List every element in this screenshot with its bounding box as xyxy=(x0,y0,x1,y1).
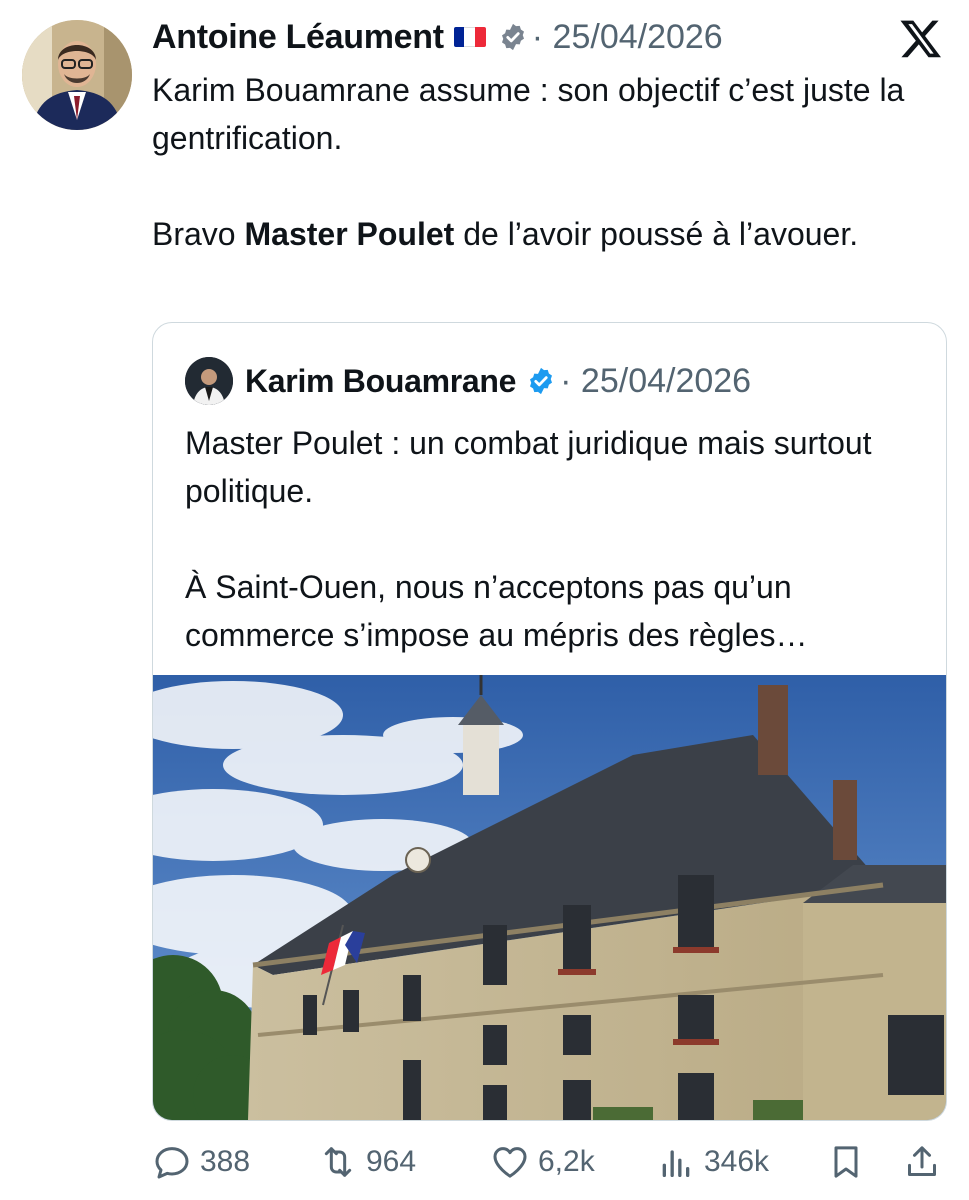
reply-icon xyxy=(155,1147,189,1179)
reply-count: 388 xyxy=(200,1145,251,1178)
repost-button[interactable]: 964 xyxy=(318,1132,416,1192)
quoted-tweet-card[interactable]: Karim Bouamrane · 25/04/2026 Master Poul… xyxy=(152,322,947,1121)
quoted-tweet-date[interactable]: · 25/04/2026 xyxy=(560,362,751,401)
like-button[interactable]: 6,2k xyxy=(490,1132,595,1192)
heart-icon xyxy=(493,1147,527,1178)
tweet-date[interactable]: · 25/04/2026 xyxy=(532,18,723,57)
action-bar: 388 964 6,2k 346k xyxy=(0,1132,969,1192)
quoted-paragraph-2: À Saint-Ouen, nous n’acceptons pas qu’un… xyxy=(185,569,808,653)
share-icon xyxy=(908,1146,936,1176)
reply-button[interactable]: 388 xyxy=(152,1132,250,1192)
share-button[interactable] xyxy=(902,1132,950,1192)
quoted-tweet-text: Master Poulet : un combat juridique mais… xyxy=(185,419,925,659)
tweet-paragraph-1-text: Karim Bouamrane assume : son objectif c’… xyxy=(152,72,905,156)
tweet-header: Antoine Léaument · 25/04/2026 xyxy=(152,14,723,60)
tweet-paragraph-2-pre: Bravo xyxy=(152,216,245,252)
author-name[interactable]: Antoine Léaument xyxy=(152,18,444,57)
repost-count: 964 xyxy=(366,1145,417,1178)
tweet-paragraph-2: Bravo Master Poulet de l’avoir poussé à … xyxy=(152,210,932,258)
x-logo-icon xyxy=(900,20,941,58)
verified-badge-icon xyxy=(530,367,553,395)
tweet-text: Karim Bouamrane assume : son objectif c’… xyxy=(152,66,932,258)
tweet-paragraph-2-post: de l’avoir poussé à l’avouer. xyxy=(454,216,859,252)
quoted-tweet-header: Karim Bouamrane · 25/04/2026 xyxy=(245,357,751,405)
quoted-author-avatar[interactable] xyxy=(185,357,233,405)
author-avatar[interactable] xyxy=(22,20,132,130)
bookmark-icon xyxy=(834,1146,858,1178)
quoted-paragraph-1: Master Poulet : un combat juridique mais… xyxy=(185,425,872,509)
mention-master-poulet: Master Poulet xyxy=(244,216,455,252)
bookmark-button[interactable] xyxy=(826,1132,874,1192)
like-count: 6,2k xyxy=(538,1145,595,1178)
views-count: 346k xyxy=(704,1145,770,1178)
tweet-paragraph-1: Karim Bouamrane assume : son objectif c’… xyxy=(152,66,932,162)
quoted-author-name[interactable]: Karim Bouamrane xyxy=(245,363,516,400)
french-flag-icon xyxy=(453,27,486,47)
views-icon xyxy=(662,1150,690,1177)
views-button[interactable]: 346k xyxy=(656,1132,769,1192)
quoted-tweet-image-town-hall[interactable] xyxy=(153,675,946,1120)
verified-badge-icon xyxy=(501,23,524,51)
repost-icon xyxy=(324,1147,352,1177)
